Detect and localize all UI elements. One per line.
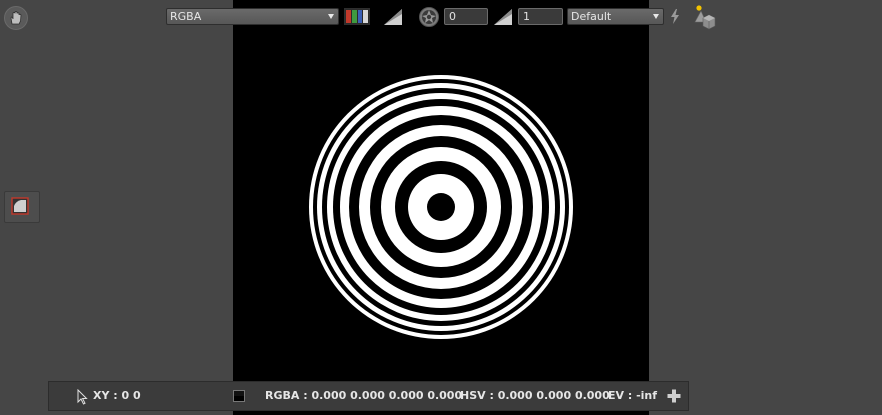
channels-dropdown[interactable]: RGBA — [166, 8, 339, 25]
pixel-info-bar: XY : 0 0 RGBA : 0.000 0.000 0.000 0.000 … — [48, 381, 689, 411]
concentric-rings-image — [309, 75, 573, 339]
channel-display-button[interactable] — [344, 8, 370, 25]
channels-dropdown-value: RGBA — [170, 10, 202, 23]
gain-input-value: 0 — [449, 10, 456, 23]
rgba-readout: RGBA : 0.000 0.000 0.000 0.000 — [265, 389, 463, 402]
ev-readout: EV : -inf — [608, 389, 658, 402]
curve-tool-button[interactable] — [4, 191, 40, 223]
chevron-down-icon — [653, 14, 659, 19]
image-viewer: RGBA 0 1 Default XY: 0 0 RGBA: 0.000 0… — [0, 0, 882, 415]
add-icon[interactable] — [666, 388, 682, 404]
hand-icon — [10, 11, 22, 25]
alpha-channel-swatch — [363, 10, 368, 23]
exposure-button[interactable] — [419, 7, 439, 27]
lightning-icon[interactable] — [670, 9, 680, 24]
xy-readout: XY : 0 0 — [93, 389, 141, 402]
gamma-input[interactable]: 1 — [518, 8, 563, 25]
gamma-ramp-icon[interactable] — [493, 8, 513, 26]
ring-14 — [427, 193, 455, 221]
gain-ramp-icon[interactable] — [383, 8, 403, 26]
viewer-objects-icon[interactable] — [692, 4, 718, 30]
curve-tool-icon — [11, 197, 29, 215]
pixel-color-swatch — [233, 390, 245, 402]
lut-dropdown-value: Default — [571, 10, 612, 23]
blue-channel-swatch — [357, 10, 363, 23]
gain-input[interactable]: 0 — [444, 8, 488, 25]
aperture-icon — [422, 10, 436, 24]
pan-hand-button[interactable] — [4, 6, 28, 30]
chevron-down-icon — [328, 14, 334, 19]
gamma-input-value: 1 — [523, 10, 530, 23]
hsv-readout: HSV : 0.000 0.000 0.000 — [460, 389, 610, 402]
lut-dropdown[interactable]: Default — [567, 8, 664, 25]
red-channel-swatch — [346, 10, 351, 23]
green-channel-swatch — [351, 10, 357, 23]
image-viewport[interactable] — [233, 0, 649, 415]
cursor-icon — [77, 389, 88, 405]
